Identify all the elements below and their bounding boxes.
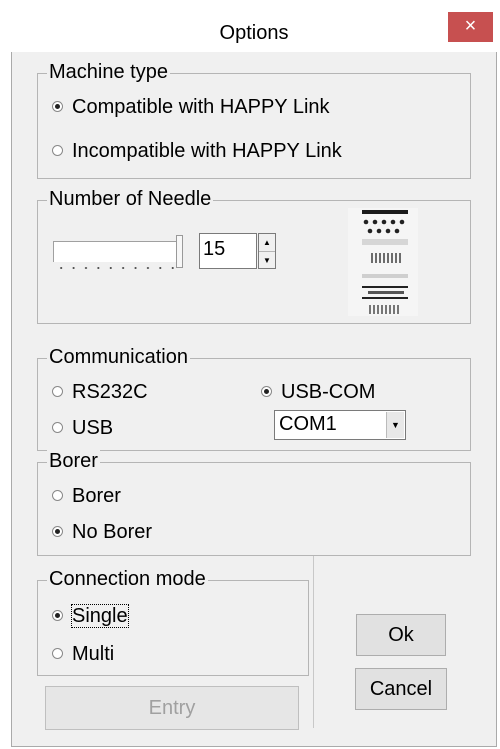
radio-indicator xyxy=(52,490,63,501)
needle-slider-track[interactable] xyxy=(53,241,176,262)
close-icon: × xyxy=(464,15,477,37)
radio-indicator xyxy=(52,610,63,621)
com-port-value: COM1 xyxy=(279,413,337,435)
needle-count-spinner[interactable]: ▲ ▼ xyxy=(258,233,276,269)
number-of-needle-legend: Number of Needle xyxy=(47,187,214,211)
radio-indicator xyxy=(52,526,63,537)
radio-indicator xyxy=(52,386,63,397)
radio-multi[interactable]: Multi xyxy=(52,642,114,666)
spin-down-icon[interactable]: ▼ xyxy=(259,252,275,269)
radio-compatible-happy-link[interactable]: Compatible with HAPPY Link xyxy=(52,95,330,119)
chevron-down-icon[interactable]: ▼ xyxy=(386,412,404,438)
radio-rs232c[interactable]: RS232C xyxy=(52,380,148,404)
radio-usb[interactable]: USB xyxy=(52,416,113,440)
needle-slider-ticks xyxy=(55,266,179,270)
radio-label: No Borer xyxy=(72,521,153,543)
entry-button[interactable]: Entry xyxy=(45,686,299,730)
dialog-title: Options xyxy=(219,22,289,44)
radio-indicator xyxy=(52,422,63,433)
radio-label: Multi xyxy=(72,643,115,665)
radio-indicator xyxy=(52,145,63,156)
radio-borer[interactable]: Borer xyxy=(52,484,121,508)
radio-indicator xyxy=(261,386,272,397)
communication-legend: Communication xyxy=(47,345,190,369)
radio-label: USB-COM xyxy=(281,381,376,403)
radio-label: USB xyxy=(72,417,114,439)
com-port-select[interactable]: COM1 ▼ xyxy=(274,410,406,440)
radio-label: Single xyxy=(71,604,129,628)
needle-slider-thumb[interactable] xyxy=(176,235,183,268)
radio-label: Borer xyxy=(72,485,121,507)
radio-label: RS232C xyxy=(72,381,148,403)
close-button[interactable]: × xyxy=(448,12,493,42)
radio-single[interactable]: Single xyxy=(52,604,129,628)
connection-mode-legend: Connection mode xyxy=(47,567,208,591)
radio-incompatible-happy-link[interactable]: Incompatible with HAPPY Link xyxy=(52,139,342,163)
radio-indicator xyxy=(52,101,63,112)
title-bar: Options × xyxy=(11,12,497,52)
vertical-divider xyxy=(313,556,314,728)
needle-bar-icon xyxy=(348,208,418,316)
needle-count-input[interactable]: 15 xyxy=(199,233,257,269)
borer-legend: Borer xyxy=(47,449,100,473)
ok-button[interactable]: Ok xyxy=(356,614,446,656)
radio-usb-com[interactable]: USB-COM xyxy=(261,380,375,404)
cancel-button[interactable]: Cancel xyxy=(355,668,447,710)
spin-up-icon[interactable]: ▲ xyxy=(259,234,275,252)
radio-label: Compatible with HAPPY Link xyxy=(72,96,330,118)
machine-type-legend: Machine type xyxy=(47,60,170,84)
machine-type-group: Machine type xyxy=(37,60,471,179)
radio-no-borer[interactable]: No Borer xyxy=(52,520,152,544)
radio-indicator xyxy=(52,648,63,659)
radio-label: Incompatible with HAPPY Link xyxy=(72,140,342,162)
